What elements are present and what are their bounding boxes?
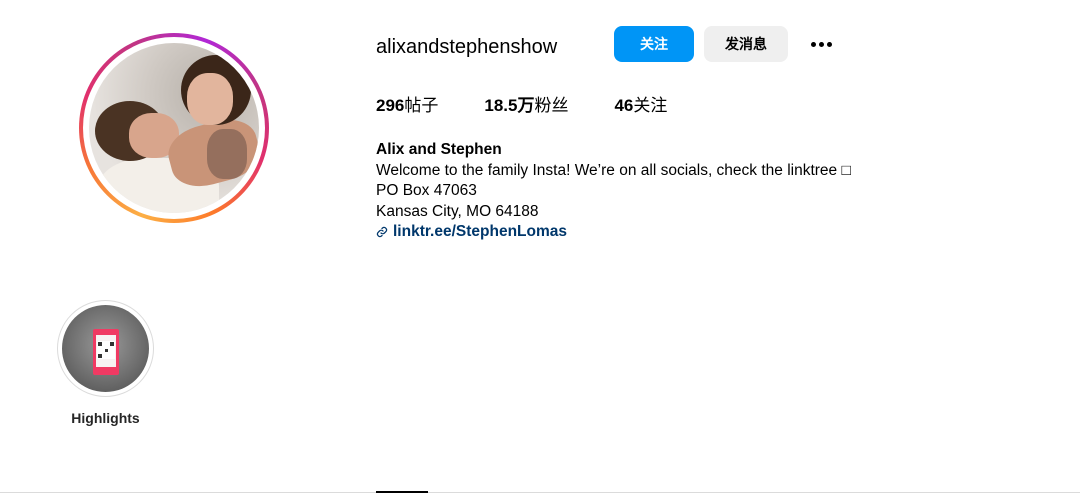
posts-count: 296 xyxy=(376,96,405,115)
following-label: 关注 xyxy=(633,96,668,115)
avatar-ring-gap xyxy=(83,37,265,219)
bio-link[interactable]: linktr.ee/StephenLomas xyxy=(376,222,851,243)
followers-stat[interactable]: 18.5万粉丝 xyxy=(484,95,568,117)
bio-line: PO Box 47063 xyxy=(376,182,477,199)
followers-label: 粉丝 xyxy=(534,96,569,115)
follow-button[interactable]: 关注 xyxy=(614,26,694,62)
bio-line: Welcome to the family Insta! We’re on al… xyxy=(376,161,851,179)
profile-avatar[interactable] xyxy=(79,33,269,223)
link-icon xyxy=(376,227,388,238)
tabs-divider xyxy=(0,492,1080,493)
highlight-cover xyxy=(62,305,149,392)
followers-count: 18.5万 xyxy=(484,96,535,115)
posts-label: 帖子 xyxy=(404,96,439,115)
following-stat[interactable]: 46关注 xyxy=(614,95,667,117)
highlight-label: Highlights xyxy=(71,410,140,426)
message-button[interactable]: 发消息 xyxy=(704,26,788,62)
more-options-icon[interactable] xyxy=(804,32,838,56)
story-highlight[interactable]: Highlights xyxy=(57,300,154,426)
posts-stat: 296帖子 xyxy=(376,95,438,117)
profile-bio: Alix and Stephen Welcome to the family I… xyxy=(376,140,851,243)
profile-username: alixandstephenshow xyxy=(376,36,558,58)
following-count: 46 xyxy=(614,96,634,115)
profile-stats: 296帖子 18.5万粉丝 46关注 xyxy=(376,95,713,117)
highlight-ring[interactable] xyxy=(57,300,154,397)
active-tab-indicator xyxy=(376,491,428,493)
avatar-photo xyxy=(89,43,259,213)
bio-line: Kansas City, MO 64188 xyxy=(376,202,539,220)
bio-link-text: linktr.ee/StephenLomas xyxy=(393,223,567,240)
bio-name: Alix and Stephen xyxy=(376,141,502,158)
